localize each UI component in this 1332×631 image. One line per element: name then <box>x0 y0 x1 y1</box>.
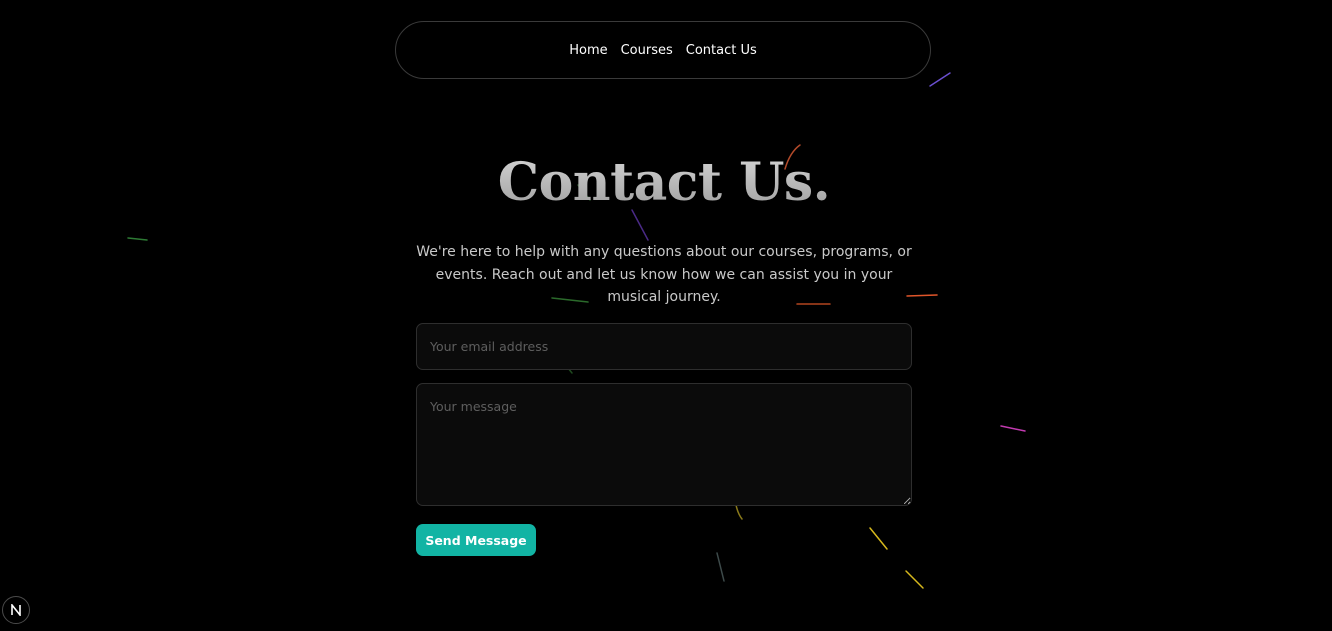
nav-link-contact-us[interactable]: Contact Us <box>686 43 757 58</box>
message-field[interactable] <box>416 383 912 506</box>
top-navbar: Home Courses Contact Us <box>395 21 931 79</box>
page-title: Contact Us. <box>0 150 1328 216</box>
meteor-streak <box>127 237 148 241</box>
email-field[interactable] <box>416 323 912 370</box>
nav-link-home[interactable]: Home <box>569 43 607 58</box>
nav-link-courses[interactable]: Courses <box>621 43 673 58</box>
meteor-streak <box>1000 425 1026 432</box>
nextjs-devtools-badge[interactable] <box>2 596 30 624</box>
meteor-streak <box>735 504 743 520</box>
meteor-streak <box>929 72 951 87</box>
meteor-background <box>127 27 1026 589</box>
meteor-streak <box>905 570 924 589</box>
nextjs-logo-icon <box>11 604 21 616</box>
send-message-button[interactable]: Send Message <box>416 524 536 556</box>
contact-page: Home Courses Contact Us Contact Us. We'r… <box>0 0 1332 631</box>
page-description: We're here to help with any questions ab… <box>416 244 912 305</box>
meteor-streak <box>716 552 725 582</box>
meteor-streak <box>869 527 888 550</box>
